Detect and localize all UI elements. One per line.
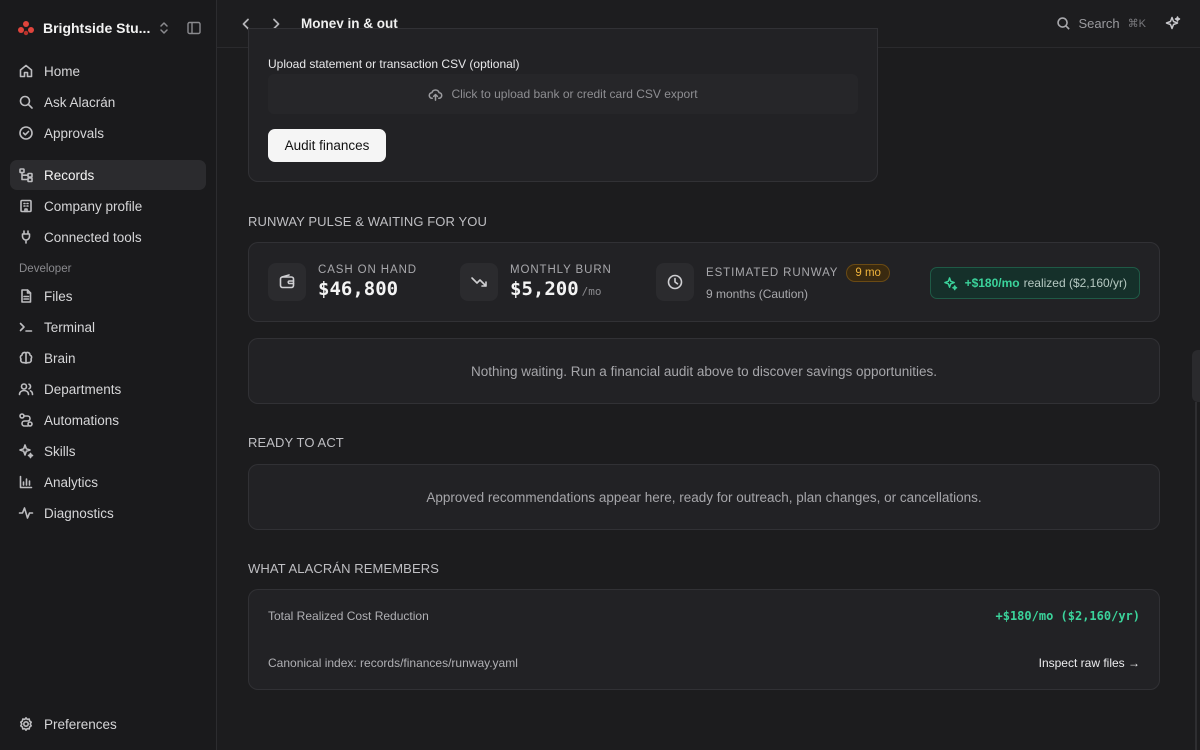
- realized-amount: +$180/mo: [964, 276, 1020, 290]
- metric-monthly-burn: MONTHLY BURN $5,200/mo: [460, 263, 656, 301]
- search-label: Search: [1078, 16, 1120, 31]
- records-tree-icon: [19, 168, 33, 183]
- users-icon: [18, 383, 34, 396]
- sidebar-item-label: Terminal: [44, 319, 96, 335]
- home-icon: [19, 64, 33, 78]
- runway-badge: 9 mo: [846, 263, 890, 282]
- audit-finances-button[interactable]: Audit finances: [268, 129, 386, 162]
- clock-icon: [656, 263, 694, 301]
- cloud-upload-icon: [428, 88, 443, 101]
- sidebar-item-label: Brain: [44, 350, 76, 366]
- sidebar-item-departments[interactable]: Departments: [10, 374, 206, 404]
- sidebar-item-label: Approvals: [44, 125, 105, 141]
- inspect-raw-files-link[interactable]: Inspect raw files →: [1039, 656, 1140, 670]
- sparkles-icon: [943, 276, 957, 290]
- section-title-ready-to-act: READY TO ACT: [248, 435, 344, 450]
- memory-total-label: Total Realized Cost Reduction: [268, 609, 429, 623]
- search-icon: [1057, 17, 1071, 30]
- brain-icon: [19, 351, 33, 364]
- memory-index-label: Canonical index: records/finances/runway…: [268, 656, 518, 670]
- sidebar-item-label: Skills: [44, 443, 76, 459]
- sidebar-item-label: Home: [44, 63, 81, 79]
- upload-card: Upload statement or transaction CSV (opt…: [248, 28, 878, 182]
- sidebar-item-records[interactable]: Records: [10, 160, 206, 190]
- sidebar-item-label: Preferences: [44, 716, 117, 732]
- sidebar-item-diagnostics[interactable]: Diagnostics: [10, 498, 206, 528]
- wallet-icon: [268, 263, 306, 301]
- workspace-switcher[interactable]: Brightside Stu...: [0, 0, 216, 56]
- sidebar-item-label: Analytics: [44, 474, 99, 490]
- building-icon: [20, 199, 32, 213]
- plug-icon: [21, 230, 31, 244]
- sidebar-section-developer: Developer: [19, 263, 72, 275]
- memory-index-row: Canonical index: records/finances/runway…: [268, 656, 1140, 670]
- waiting-empty-state: Nothing waiting. Run a financial audit a…: [248, 338, 1160, 404]
- metric-estimated-runway: ESTIMATED RUNWAY 9 mo 9 months (Caution): [656, 263, 890, 301]
- runway-pulse-card: CASH ON HAND $46,800 MONTHLY BURN $5,200…: [248, 242, 1160, 322]
- right-panel-handle[interactable]: [1192, 350, 1200, 402]
- ready-empty-state: Approved recommendations appear here, re…: [248, 464, 1160, 530]
- sidebar-item-label: Company profile: [44, 198, 143, 214]
- gear-icon: [20, 717, 32, 731]
- sidebar-item-label: Files: [44, 288, 73, 304]
- terminal-icon: [19, 322, 33, 332]
- ai-sparkle-icon[interactable]: [1164, 15, 1182, 33]
- sidebar-item-skills[interactable]: Skills: [10, 436, 206, 466]
- activity-icon: [18, 507, 34, 519]
- metric-value: $46,800: [318, 278, 399, 300]
- section-title-runway-pulse: RUNWAY PULSE & WAITING FOR YOU: [248, 214, 487, 229]
- sidebar-item-ask-alacran[interactable]: Ask Alacrán: [10, 87, 206, 117]
- sidebar-item-terminal[interactable]: Terminal: [10, 312, 206, 342]
- csv-dropzone[interactable]: Click to upload bank or credit card CSV …: [268, 74, 858, 114]
- upload-label: Upload statement or transaction CSV (opt…: [268, 57, 520, 71]
- memory-total-value: +$180/mo ($2,160/yr): [995, 609, 1141, 623]
- memory-card: Total Realized Cost Reduction +$180/mo (…: [248, 589, 1160, 690]
- section-title-memory: WHAT ALACRÁN REMEMBERS: [248, 561, 439, 576]
- sidebar-item-label: Diagnostics: [44, 505, 114, 521]
- metric-value: $5,200/mo: [510, 278, 612, 300]
- workflow-icon: [19, 413, 33, 427]
- trending-down-icon: [460, 263, 498, 301]
- metric-cash-on-hand: CASH ON HAND $46,800: [268, 263, 460, 301]
- scrollbar[interactable]: [1195, 402, 1197, 750]
- sidebar-item-label: Departments: [44, 381, 122, 397]
- file-icon: [21, 289, 32, 303]
- runway-subtext: 9 months (Caution): [706, 286, 809, 301]
- chevron-up-down-icon[interactable]: [156, 20, 172, 36]
- search-shortcut: ⌘K: [1127, 18, 1146, 30]
- workspace-name: Brightside Stu...: [43, 20, 150, 36]
- search-icon: [19, 95, 33, 109]
- search-button[interactable]: Search ⌘K: [1056, 16, 1146, 31]
- burn-amount: $5,200: [510, 278, 579, 300]
- sparkles-icon: [19, 444, 34, 459]
- memory-total-row: Total Realized Cost Reduction +$180/mo (…: [268, 609, 1140, 623]
- scorpion-logo-icon: [18, 21, 34, 36]
- dropzone-text: Click to upload bank or credit card CSV …: [451, 87, 698, 101]
- main-panel: Money in & out Search ⌘K Upload statemen…: [217, 0, 1200, 750]
- sidebar-item-label: Connected tools: [44, 229, 142, 245]
- sidebar-item-company-profile[interactable]: Company profile: [10, 191, 206, 221]
- sidebar-toggle-icon[interactable]: [186, 20, 202, 36]
- sidebar-item-approvals[interactable]: Approvals: [10, 118, 206, 148]
- realized-savings-pill: +$180/mo realized ($2,160/yr): [929, 267, 1140, 299]
- realized-rest: realized ($2,160/yr): [1023, 276, 1127, 290]
- bar-chart-icon: [19, 475, 33, 489]
- sidebar-item-label: Records: [44, 167, 95, 183]
- sidebar-item-label: Automations: [44, 412, 120, 428]
- burn-unit: /mo: [581, 285, 602, 298]
- sidebar-item-brain[interactable]: Brain: [10, 343, 206, 373]
- sidebar-item-connected-tools[interactable]: Connected tools: [10, 222, 206, 252]
- metric-label: MONTHLY BURN: [510, 264, 612, 276]
- sidebar-item-label: Ask Alacrán: [44, 94, 116, 110]
- sidebar-item-analytics[interactable]: Analytics: [10, 467, 206, 497]
- metric-label: CASH ON HAND: [318, 264, 417, 276]
- sidebar: Brightside Stu... Home Ask Alacrán Appro…: [0, 0, 217, 750]
- sidebar-item-home[interactable]: Home: [10, 56, 206, 86]
- check-circle-icon: [19, 126, 33, 140]
- runway-label: ESTIMATED RUNWAY: [706, 266, 839, 279]
- sidebar-item-preferences[interactable]: Preferences: [10, 709, 206, 739]
- metric-label: ESTIMATED RUNWAY 9 mo: [706, 263, 890, 282]
- sidebar-item-files[interactable]: Files: [10, 281, 206, 311]
- sidebar-item-automations[interactable]: Automations: [10, 405, 206, 435]
